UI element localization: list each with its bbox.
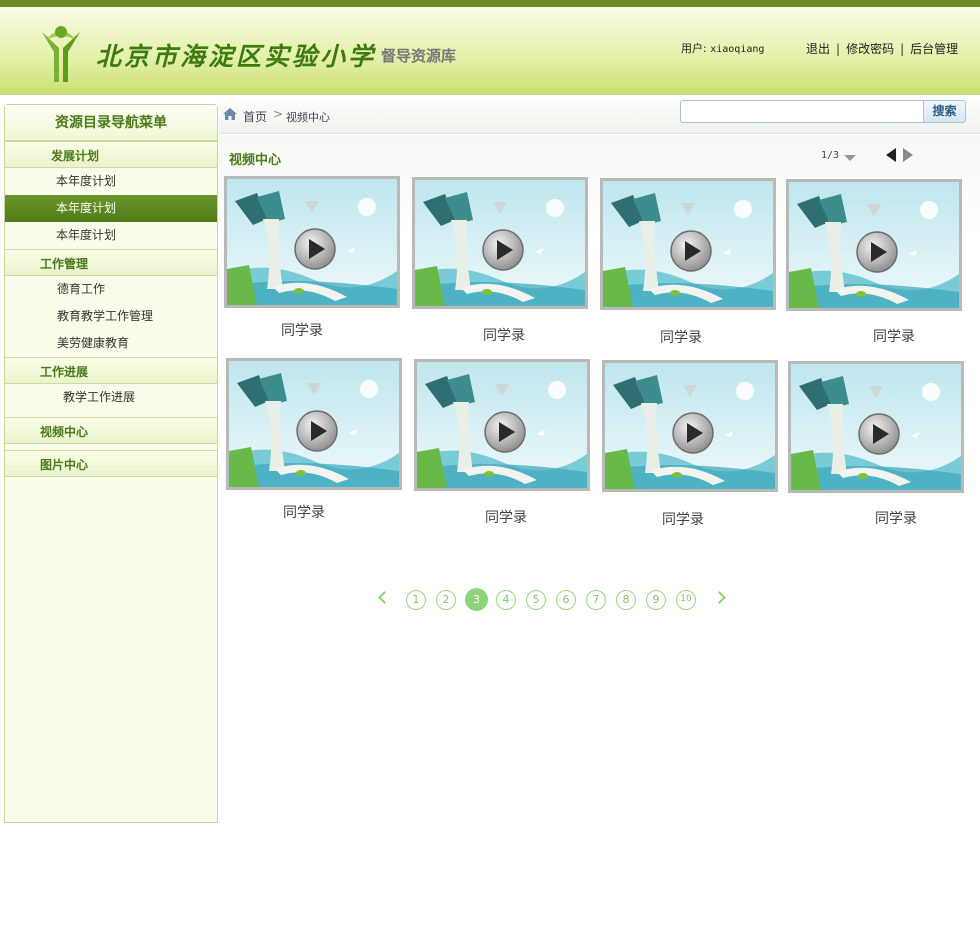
play-button-icon[interactable] — [229, 361, 399, 487]
dropdown-arrow-icon[interactable] — [844, 155, 856, 161]
video-title[interactable]: 同学录 — [281, 320, 323, 340]
video-thumbnail[interactable] — [788, 361, 964, 493]
site-header: 北京市海淀区实验小学 督导资源库 用户: xiaoqiang 退出 | 修改密码 | 后… — [0, 7, 980, 95]
video-title[interactable]: 同学录 — [283, 502, 325, 522]
sidebar-section-development-plan[interactable]: 发展计划 — [5, 141, 217, 168]
top-stripe — [0, 0, 980, 7]
pager-next-icon[interactable] — [713, 591, 726, 604]
video-thumbnail[interactable] — [226, 358, 402, 490]
video-card[interactable] — [224, 176, 400, 308]
logout-link[interactable]: 退出 — [806, 42, 830, 56]
username: xiaoqiang — [710, 44, 765, 55]
pager-prev-icon[interactable] — [378, 591, 391, 604]
top-links: 退出 | 修改密码 | 后台管理 — [806, 40, 958, 57]
video-card[interactable] — [412, 177, 588, 309]
sidebar-section-video-center[interactable]: 视频中心 — [5, 417, 217, 444]
play-button-icon[interactable] — [227, 179, 397, 305]
change-password-link[interactable]: 修改密码 — [846, 42, 894, 56]
link-separator: | — [836, 42, 841, 56]
school-name: 北京市海淀区实验小学 — [96, 42, 377, 71]
video-title[interactable]: 同学录 — [873, 326, 915, 346]
play-button-icon[interactable] — [417, 362, 587, 488]
sidebar-item-annual-plan-2[interactable]: 本年度计划 — [5, 195, 217, 222]
video-thumbnail[interactable] — [786, 179, 962, 311]
breadcrumb-separator: > — [273, 107, 284, 121]
video-card[interactable] — [786, 179, 962, 311]
sidebar-item-teaching-progress[interactable]: 教学工作进展 — [5, 384, 217, 411]
video-card[interactable] — [600, 178, 776, 310]
pager-page-10[interactable]: 10 — [676, 590, 696, 610]
video-card[interactable] — [414, 359, 590, 491]
pager-page-5[interactable]: 5 — [526, 590, 546, 610]
breadcrumb-home[interactable]: 首页 — [243, 108, 267, 125]
page-indicator: 1/3 — [821, 150, 840, 161]
pager-page-1[interactable]: 1 — [406, 590, 426, 610]
video-thumbnail[interactable] — [224, 176, 400, 308]
section-title: 视频中心 — [229, 153, 282, 168]
play-button-icon[interactable] — [603, 181, 773, 307]
video-title[interactable]: 同学录 — [485, 507, 527, 527]
school-logo-icon — [42, 26, 80, 82]
sidebar-item-moral-education[interactable]: 德育工作 — [5, 276, 217, 303]
sidebar-section-work-progress[interactable]: 工作进展 — [5, 357, 217, 384]
breadcrumb-current: 视频中心 — [286, 111, 330, 124]
video-card[interactable] — [226, 358, 402, 490]
pager-page-7[interactable]: 7 — [586, 590, 606, 610]
user-label: 用户: — [681, 42, 707, 55]
breadcrumb: 首页 > 视频中心 搜索 — [219, 96, 980, 134]
play-button-icon[interactable] — [789, 182, 959, 308]
sidebar-item-health-education[interactable]: 美劳健康教育 — [5, 330, 217, 357]
next-page-arrow-icon[interactable] — [903, 148, 913, 162]
sidebar-item-teaching-management[interactable]: 教育教学工作管理 — [5, 303, 217, 330]
video-thumbnail[interactable] — [414, 359, 590, 491]
sidebar-title: 资源目录导航菜单 — [5, 105, 217, 141]
video-title[interactable]: 同学录 — [875, 508, 917, 528]
video-card[interactable] — [788, 361, 964, 493]
prev-page-arrow-icon[interactable] — [886, 148, 896, 162]
pager-page-4[interactable]: 4 — [496, 590, 516, 610]
sidebar-item-annual-plan-1[interactable]: 本年度计划 — [5, 168, 217, 195]
video-thumbnail[interactable] — [412, 177, 588, 309]
sidebar-item-annual-plan-3[interactable]: 本年度计划 — [5, 222, 217, 249]
play-button-icon[interactable] — [791, 364, 961, 490]
video-thumbnail[interactable] — [600, 178, 776, 310]
video-title[interactable]: 同学录 — [660, 327, 702, 347]
pager-page-8[interactable]: 8 — [616, 590, 636, 610]
sidebar-section-work-management[interactable]: 工作管理 — [5, 249, 217, 276]
pager-page-3[interactable]: 3 — [465, 588, 488, 611]
link-separator: | — [900, 42, 905, 56]
search-button[interactable]: 搜索 — [923, 100, 966, 123]
pager-page-6[interactable]: 6 — [556, 590, 576, 610]
video-title[interactable]: 同学录 — [483, 325, 525, 345]
video-thumbnail[interactable] — [602, 360, 778, 492]
user-info: 用户: xiaoqiang — [681, 40, 764, 56]
video-title[interactable]: 同学录 — [662, 509, 704, 529]
sidebar-nav: 资源目录导航菜单 发展计划 本年度计划 本年度计划 本年度计划 工作管理 德育工… — [4, 104, 218, 823]
search-input[interactable] — [680, 100, 924, 123]
pager-page-9[interactable]: 9 — [646, 590, 666, 610]
admin-link[interactable]: 后台管理 — [910, 42, 958, 56]
play-button-icon[interactable] — [415, 180, 585, 306]
pager-page-2[interactable]: 2 — [436, 590, 456, 610]
video-card[interactable] — [602, 360, 778, 492]
sidebar-section-image-center[interactable]: 图片中心 — [5, 450, 217, 477]
site-subtitle: 督导资源库 — [381, 47, 457, 65]
home-icon[interactable] — [222, 106, 238, 122]
play-button-icon[interactable] — [605, 363, 775, 489]
